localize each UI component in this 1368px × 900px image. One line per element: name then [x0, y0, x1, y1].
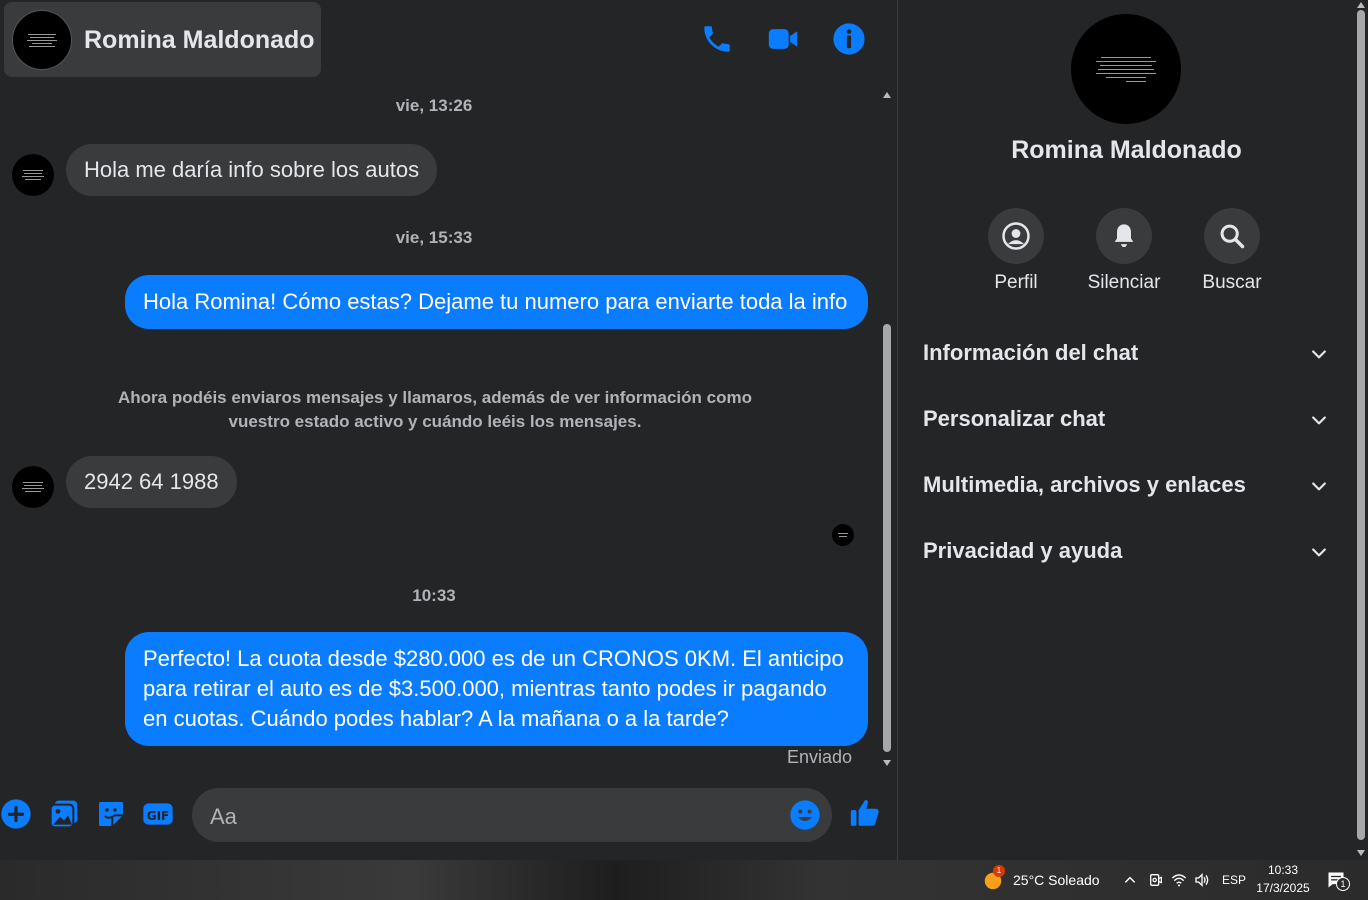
mute-label: Silenciar: [1087, 272, 1161, 293]
section-title: Multimedia, archivos y enlaces: [923, 472, 1246, 497]
search-button[interactable]: Buscar: [1187, 208, 1277, 294]
timestamp: vie, 13:26: [395, 96, 473, 115]
chevron-down-icon: [1312, 548, 1326, 557]
scroll-thumb[interactable]: [883, 324, 891, 752]
outgoing-message[interactable]: Perfecto! La cuota desde $280.000 es de …: [125, 632, 868, 746]
notifications-button[interactable]: 1: [1326, 870, 1352, 892]
avatar[interactable]: [12, 10, 72, 70]
svg-text:GIF: GIF: [147, 809, 170, 823]
clock[interactable]: 10:33 17/3/2025: [1252, 863, 1314, 897]
section-customize-chat[interactable]: Personalizar chat: [915, 392, 1343, 448]
messenger-app: Romina Maldonado vie, 13:26 Hola me darí…: [0, 0, 1368, 860]
search-icon: [1220, 224, 1245, 249]
bell-icon: [1114, 224, 1134, 248]
weather-text: 25°C Soleado: [1013, 872, 1100, 888]
system-notice: Ahora podéis enviaros mensajes y llamaro…: [118, 388, 752, 431]
info-icon[interactable]: [832, 22, 866, 56]
scroll-down-arrow-icon[interactable]: [883, 760, 891, 766]
message-input[interactable]: Aa: [192, 788, 832, 842]
clock-date: 17/3/2025: [1256, 881, 1310, 895]
scroll-up-arrow-icon[interactable]: [883, 92, 891, 98]
incoming-message[interactable]: 2942 64 1988: [66, 456, 237, 508]
search-label: Buscar: [1202, 272, 1262, 293]
page-scrollbar[interactable]: [1354, 0, 1368, 860]
weather-alert-badge: 1: [993, 865, 1005, 877]
emoji-icon[interactable]: [789, 799, 821, 831]
section-privacy-help[interactable]: Privacidad y ayuda: [915, 524, 1343, 580]
timestamp: vie, 15:33: [395, 228, 473, 247]
seen-indicator-avatar: [832, 524, 854, 546]
contact-name[interactable]: Romina Maldonado: [84, 26, 315, 55]
message-list[interactable]: vie, 13:26 Hola me daría info sobre los …: [0, 84, 880, 774]
profile-icon: [1002, 222, 1030, 250]
message-status: Enviado: [786, 747, 852, 767]
section-title: Personalizar chat: [923, 406, 1106, 431]
meet-now-icon[interactable]: [1148, 872, 1164, 888]
notification-count-badge: 1: [1336, 877, 1350, 891]
message-composer: GIF Aa: [0, 780, 898, 850]
language-indicator[interactable]: ESP: [1222, 873, 1246, 887]
message-input-placeholder: Aa: [210, 804, 237, 829]
like-icon[interactable]: [848, 796, 882, 830]
plus-icon[interactable]: [0, 798, 32, 830]
chat-scrollbar[interactable]: [880, 86, 894, 768]
chevron-down-icon: [1312, 416, 1326, 425]
section-chat-info[interactable]: Información del chat: [915, 326, 1343, 382]
video-call-icon[interactable]: [766, 22, 800, 56]
chat-info-panel: Romina Maldonado Perfil Silenciar Buscar…: [899, 0, 1354, 860]
profile-button[interactable]: Perfil: [971, 208, 1061, 294]
scroll-thumb[interactable]: [1357, 10, 1365, 840]
profile-label: Perfil: [994, 272, 1038, 293]
chevron-down-icon: [1312, 350, 1326, 359]
profile-avatar[interactable]: [1071, 14, 1181, 124]
section-title: Privacidad y ayuda: [923, 538, 1123, 563]
phone-icon[interactable]: [700, 22, 734, 56]
timestamp: 10:33: [412, 586, 456, 605]
profile-name: Romina Maldonado: [1011, 136, 1242, 164]
image-icon[interactable]: [48, 798, 80, 830]
sticker-icon[interactable]: [95, 798, 127, 830]
section-media-files-links[interactable]: Multimedia, archivos y enlaces: [915, 458, 1343, 514]
windows-taskbar: 1 25°C Soleado ESP 10:33 17/3/2025 1: [0, 860, 1368, 900]
chevron-down-icon: [1312, 482, 1326, 491]
avatar[interactable]: [12, 466, 54, 508]
chat-pane: Romina Maldonado vie, 13:26 Hola me darí…: [0, 0, 898, 860]
volume-icon[interactable]: [1194, 872, 1210, 888]
scroll-down-arrow-icon[interactable]: [1357, 850, 1365, 856]
chevron-up-icon[interactable]: [1123, 873, 1137, 887]
clock-time: 10:33: [1267, 863, 1299, 877]
mute-button[interactable]: Silenciar: [1079, 208, 1169, 294]
weather-widget[interactable]: 1 25°C Soleado: [982, 865, 1107, 892]
outgoing-message[interactable]: Hola Romina! Cómo estas? Dejame tu numer…: [125, 275, 868, 329]
incoming-message[interactable]: Hola me daría info sobre los autos: [66, 144, 438, 196]
wifi-icon[interactable]: [1171, 872, 1187, 888]
gif-icon[interactable]: GIF: [142, 798, 174, 830]
section-title: Información del chat: [923, 340, 1139, 365]
avatar[interactable]: [12, 154, 54, 196]
chat-header: Romina Maldonado: [0, 0, 898, 82]
scroll-up-arrow-icon[interactable]: [1357, 2, 1365, 8]
